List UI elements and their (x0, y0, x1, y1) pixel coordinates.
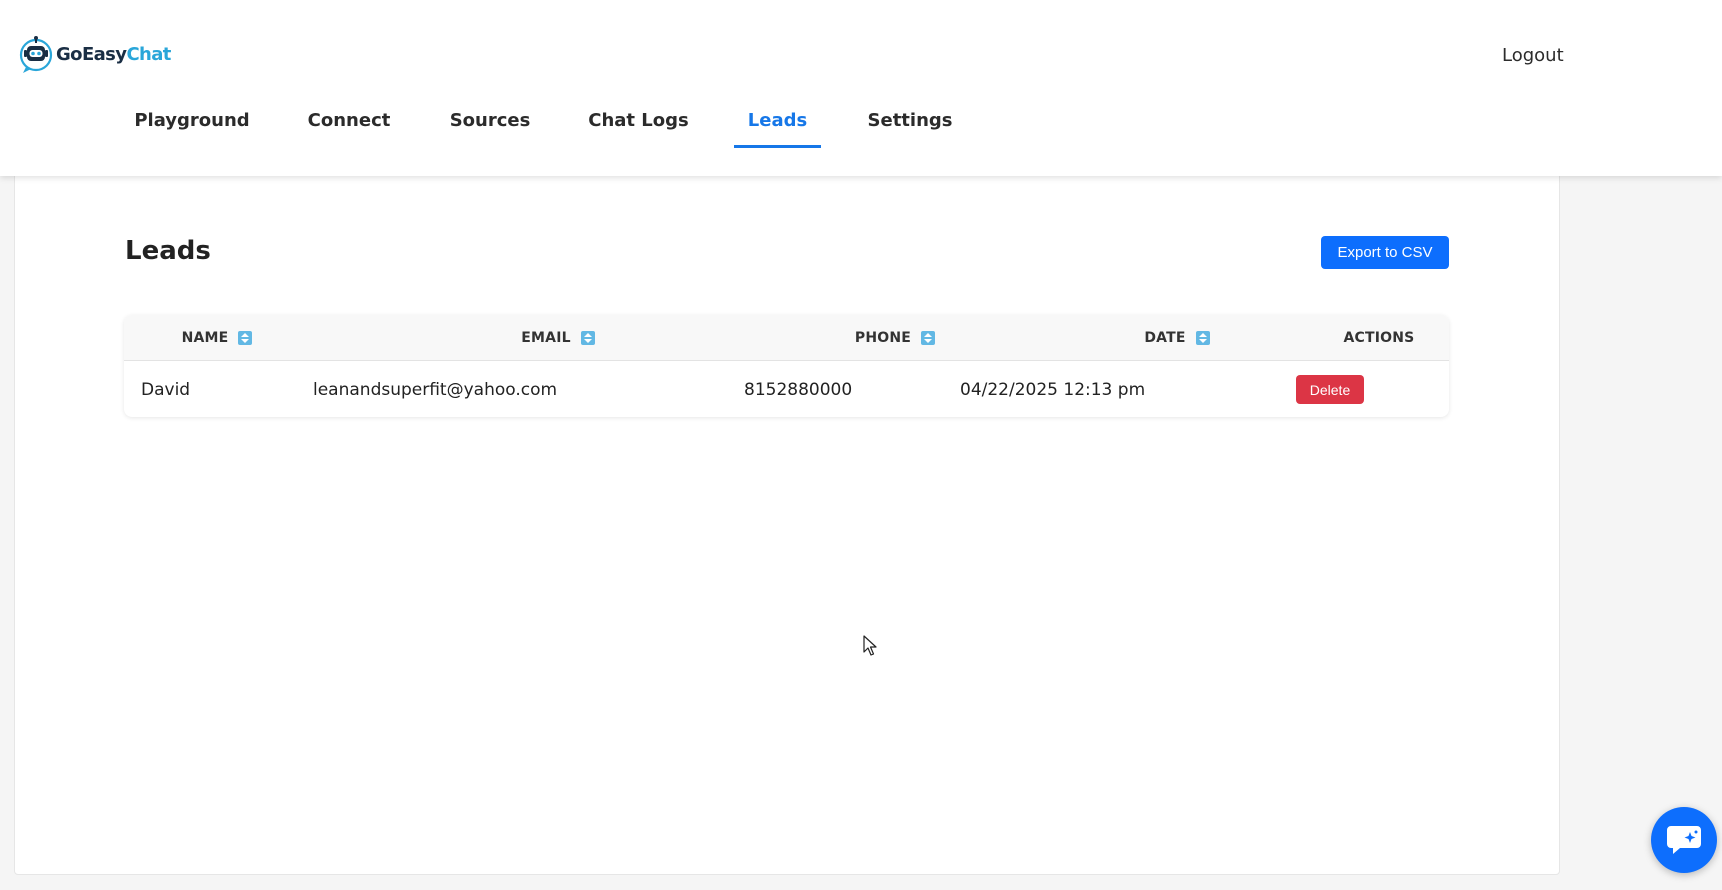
column-header-phone[interactable]: PHONE (750, 315, 1040, 361)
tab-leads[interactable]: Leads (734, 96, 821, 148)
column-header-actions: ACTIONS (1314, 315, 1444, 361)
main-nav: Playground Connect Sources Chat Logs Lea… (0, 96, 1100, 148)
tab-playground[interactable]: Playground (134, 96, 249, 148)
column-label-name: NAME (181, 330, 229, 346)
tab-settings[interactable]: Settings (868, 96, 953, 148)
export-csv-button[interactable]: Export to CSV (1321, 236, 1449, 269)
chat-bubble-icon (1667, 826, 1701, 854)
logout-link[interactable]: Logout (1502, 45, 1564, 66)
chat-widget-button[interactable] (1651, 807, 1717, 873)
brand-name-part1: GoEasy (56, 43, 127, 65)
tab-connect[interactable]: Connect (308, 96, 391, 148)
sort-icon[interactable] (580, 331, 595, 345)
table-row: David leanandsuperfit@yahoo.com 81528800… (124, 362, 1449, 417)
leads-table: NAME EMAIL PHONE DATE ACTIONS David lean… (124, 315, 1449, 417)
page-title: Leads (125, 236, 211, 266)
delete-button[interactable]: Delete (1296, 375, 1364, 404)
tab-sources[interactable]: Sources (450, 96, 531, 148)
brand-name-part2: Chat (126, 43, 171, 65)
column-label-email: EMAIL (521, 330, 571, 346)
table-header: NAME EMAIL PHONE DATE ACTIONS (124, 315, 1449, 361)
column-header-email[interactable]: EMAIL (428, 315, 688, 361)
top-header: GoEasyChat Logout Playground Connect Sou… (0, 0, 1722, 176)
sort-icon[interactable] (1195, 331, 1210, 345)
column-header-name[interactable]: NAME (154, 315, 280, 361)
column-label-phone: PHONE (854, 330, 912, 346)
sort-icon[interactable] (921, 331, 936, 345)
robot-logo-icon (19, 36, 53, 73)
cell-name: David (141, 379, 191, 400)
sort-icon[interactable] (238, 331, 253, 345)
cell-phone: 8152880000 (744, 379, 853, 400)
mouse-cursor-icon (863, 635, 877, 656)
cell-actions: Delete (1296, 362, 1364, 417)
brand-name: GoEasyChat (56, 44, 171, 65)
tab-chat-logs[interactable]: Chat Logs (588, 96, 688, 148)
brand-logo[interactable]: GoEasyChat (18, 34, 171, 74)
column-header-date[interactable]: DATE (1042, 315, 1312, 361)
column-label-date: DATE (1144, 330, 1186, 346)
cell-date: 04/22/2025 12:13 pm (960, 379, 1146, 400)
cell-email: leanandsuperfit@yahoo.com (313, 379, 558, 400)
column-label-actions: ACTIONS (1343, 330, 1415, 346)
